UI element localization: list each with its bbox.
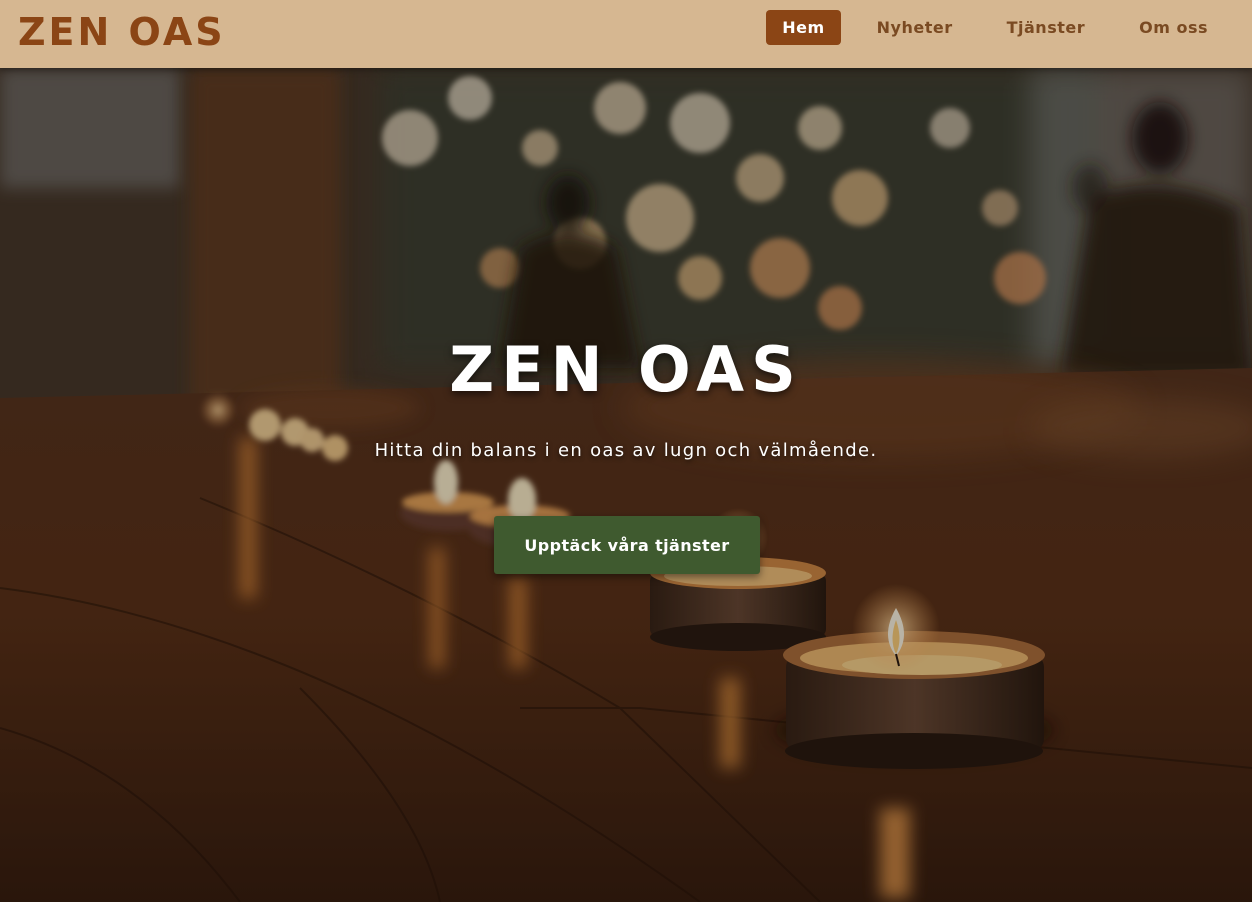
discover-services-button[interactable]: Upptäck våra tjänster xyxy=(494,516,760,574)
nav-link-om-oss[interactable]: Om oss xyxy=(1115,10,1232,45)
nav-link-nyheter[interactable]: Nyheter xyxy=(853,10,977,45)
site-header: ZEN OAS Hem Nyheter Tjänster Om oss xyxy=(0,0,1252,68)
hero-overlay xyxy=(0,68,1252,902)
hero-title: ZEN OAS xyxy=(449,333,803,406)
main-nav: Hem Nyheter Tjänster Om oss xyxy=(766,10,1232,45)
hero-subtitle: Hitta din balans i en oas av lugn och vä… xyxy=(374,440,878,461)
page: ZEN OAS Hem Nyheter Tjänster Om oss ZEN … xyxy=(0,0,1252,902)
site-logo[interactable]: ZEN OAS xyxy=(18,9,226,55)
nav-link-hem[interactable]: Hem xyxy=(766,10,841,45)
nav-link-tjanster[interactable]: Tjänster xyxy=(983,10,1110,45)
hero-section: ZEN OAS Hitta din balans i en oas av lug… xyxy=(0,68,1252,902)
